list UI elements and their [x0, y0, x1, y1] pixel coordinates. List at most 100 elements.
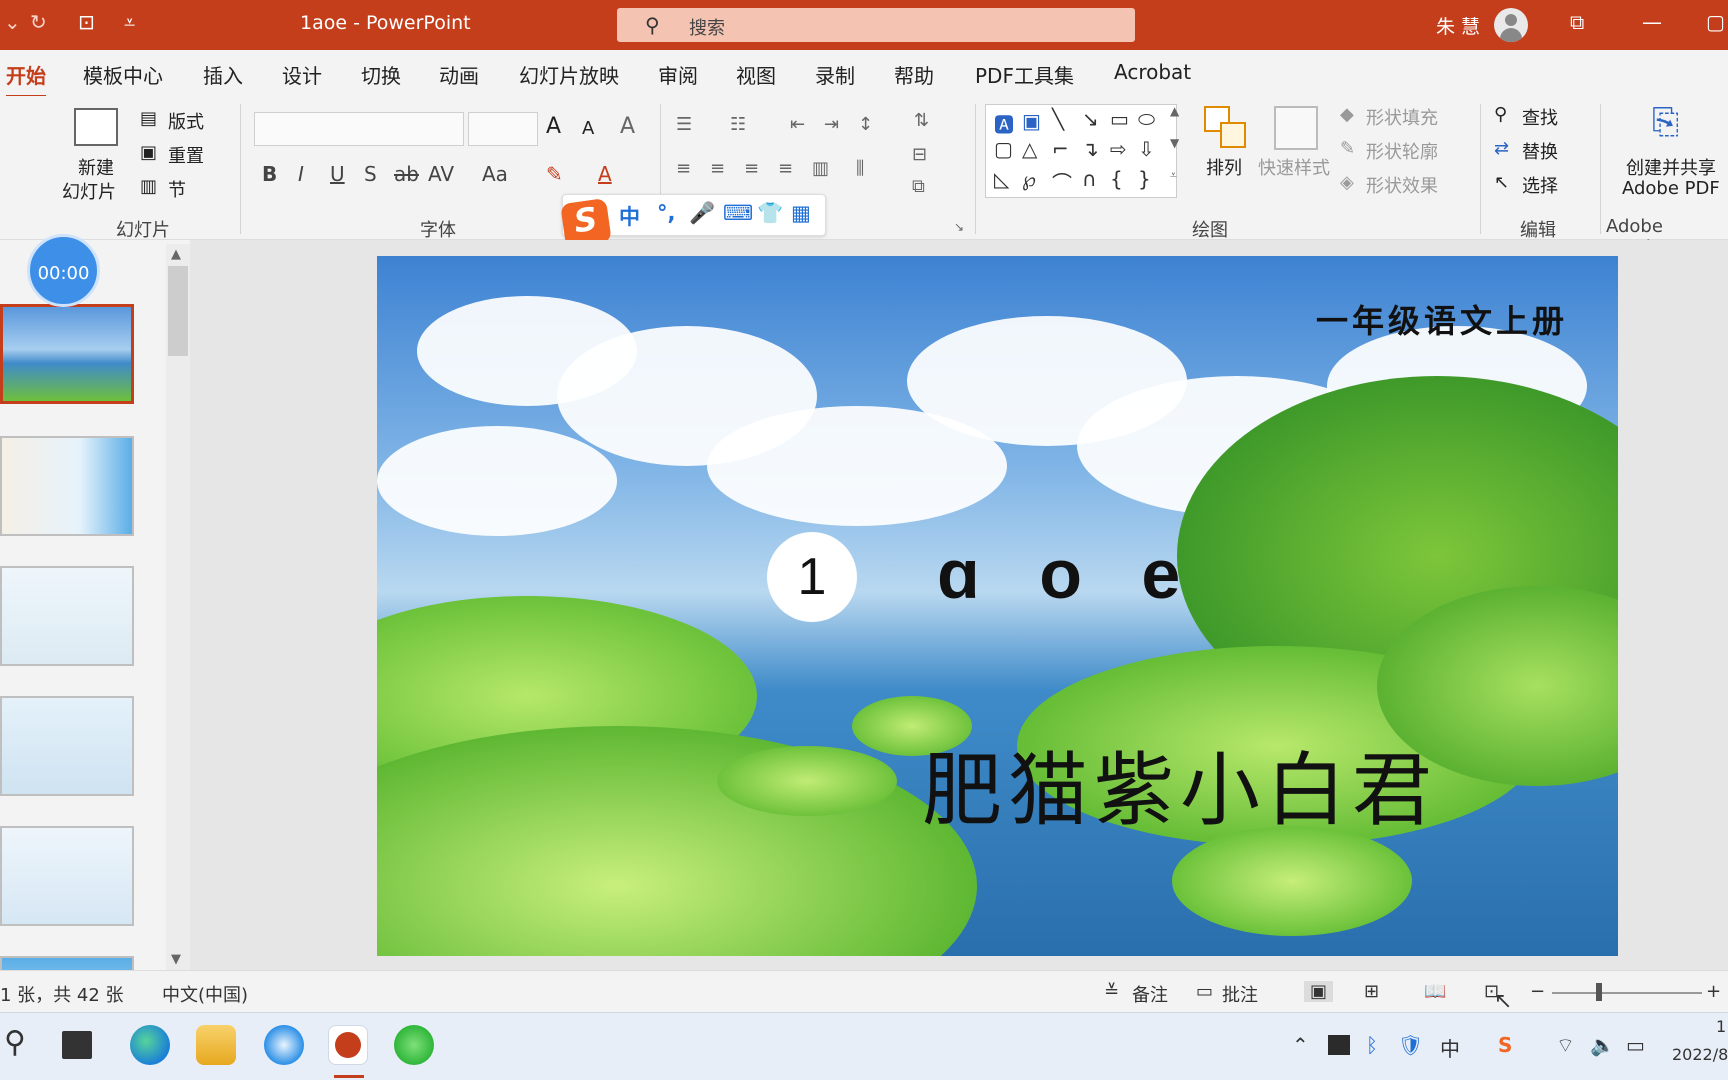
font-family-select[interactable] — [254, 112, 464, 146]
quick-styles-button[interactable]: 快速样式 — [1258, 154, 1330, 180]
zoom-in-button[interactable]: + — [1706, 981, 1721, 1002]
new-slide-label[interactable]: 新建 — [78, 154, 114, 180]
vertical-textbox-shape-icon[interactable]: ▣ — [1022, 109, 1041, 133]
right-brace-shape-icon[interactable]: } — [1138, 167, 1151, 191]
zoom-slider-thumb[interactable] — [1596, 983, 1602, 1001]
down-arrow-shape-icon[interactable]: ⇩ — [1138, 137, 1155, 161]
task-view-icon[interactable] — [62, 1031, 92, 1059]
tab-design[interactable]: 设计 — [282, 60, 322, 89]
reading-view-icon[interactable]: 📖 — [1424, 981, 1446, 1002]
left-brace-shape-icon[interactable]: { — [1110, 167, 1123, 191]
textbox-shape-icon[interactable]: 🅰 — [994, 109, 1014, 138]
tab-pdf-tools[interactable]: PDF工具集 — [975, 60, 1074, 89]
underline-button[interactable]: U — [330, 162, 345, 186]
customize-quick-access-icon[interactable]: ⩡ — [124, 10, 135, 34]
zoom-out-button[interactable]: − — [1530, 981, 1545, 1002]
search-box[interactable]: ⚲ 搜索 — [617, 8, 1135, 42]
line-shape-icon[interactable]: ╲ — [1052, 107, 1064, 131]
scribble-shape-icon[interactable]: ℘ — [1022, 167, 1036, 191]
right-arrow-shape-icon[interactable]: ⇨ — [1110, 137, 1127, 161]
character-spacing-button[interactable]: AV — [428, 162, 454, 186]
tab-transitions[interactable]: 切换 — [361, 60, 401, 89]
justify-icon[interactable]: ≡ — [778, 158, 793, 179]
redo-icon[interactable]: ↻ — [30, 10, 47, 34]
decrease-indent-icon[interactable]: ⇤ — [790, 114, 805, 135]
user-name[interactable]: 朱 慧 — [1436, 12, 1480, 39]
browser-app-icon[interactable] — [264, 1025, 304, 1065]
slide-letters[interactable]: ɑ o e — [937, 534, 1180, 614]
tab-acrobat[interactable]: Acrobat — [1114, 60, 1191, 84]
gallery-more-icon[interactable]: ⩡ — [1170, 168, 1177, 183]
slide-thumbnail-3[interactable] — [0, 566, 134, 666]
shape-fill-button[interactable]: 形状填充 — [1366, 104, 1438, 130]
ime-skin-icon[interactable]: 👕 — [757, 201, 783, 226]
shape-effects-button[interactable]: 形状效果 — [1366, 172, 1438, 198]
new-slide-icon[interactable] — [74, 108, 118, 146]
adobe-pdf-icon[interactable]: ⎘ — [1652, 102, 1679, 142]
bold-button[interactable]: B — [262, 162, 277, 186]
italic-button[interactable]: I — [298, 162, 304, 186]
bullets-icon[interactable]: ☰ — [676, 114, 692, 135]
tab-view[interactable]: 视图 — [736, 60, 776, 89]
tab-review[interactable]: 审阅 — [658, 60, 698, 89]
adobe-pdf-label[interactable]: Adobe PDF — [1622, 178, 1720, 199]
layout-button[interactable]: 版式 — [168, 108, 204, 134]
arc-shape-icon[interactable]: ⌒ — [1052, 167, 1072, 196]
find-button[interactable]: 查找 — [1522, 104, 1558, 130]
strikethrough-button[interactable]: ab — [394, 162, 419, 186]
align-center-icon[interactable]: ≡ — [710, 158, 725, 179]
clock-time[interactable]: 1 — [1716, 1017, 1726, 1036]
line-spacing-icon[interactable]: ↕ — [858, 114, 873, 135]
reset-button[interactable]: 重置 — [168, 142, 204, 168]
quick-access-dropdown-icon[interactable]: ⌄ — [4, 10, 21, 34]
ime-keyboard-icon[interactable]: ⌨ — [723, 201, 753, 225]
clear-format-button[interactable]: A — [620, 114, 635, 139]
slide-thumbnail-4[interactable] — [0, 696, 134, 796]
rectangle-shape-icon[interactable]: ▭ — [1110, 107, 1129, 131]
language-indicator[interactable]: 中文(中国) — [162, 981, 248, 1007]
slide-thumbnail-5[interactable] — [0, 826, 134, 926]
scroll-down-icon[interactable]: ▼ — [171, 952, 181, 967]
present-from-start-icon[interactable]: ⊡ — [78, 10, 95, 34]
freeform-shape-icon[interactable]: ◺ — [994, 167, 1009, 191]
ribbon-display-options-icon[interactable]: ⧉ — [1570, 10, 1584, 34]
replace-button[interactable]: 替换 — [1522, 138, 1558, 164]
recording-timer[interactable]: 00:00 — [27, 234, 100, 307]
tab-animations[interactable]: 动画 — [439, 60, 479, 89]
input-method-icon[interactable]: 中 — [1440, 1033, 1460, 1062]
highlight-icon[interactable]: ✎ — [546, 162, 563, 186]
tab-home[interactable]: 开始 — [6, 60, 46, 98]
curve-shape-icon[interactable]: ∩ — [1082, 167, 1097, 191]
maximize-icon[interactable]: ▢ — [1706, 10, 1725, 34]
quick-styles-icon[interactable] — [1274, 106, 1318, 150]
scrollbar-thumb[interactable] — [168, 266, 188, 356]
sogou-tray-icon[interactable]: S — [1498, 1033, 1512, 1057]
elbow-arrow-icon[interactable]: ↴ — [1082, 137, 1099, 161]
search-icon[interactable]: ⚲ — [4, 1025, 26, 1060]
shadow-button[interactable]: S — [364, 162, 377, 186]
tab-template-center[interactable]: 模板中心 — [83, 60, 163, 89]
slide-sorter-icon[interactable]: ⊞ — [1364, 981, 1379, 1002]
comments-button[interactable]: 批注 — [1222, 981, 1258, 1007]
arrow-line-shape-icon[interactable]: ↘ — [1082, 107, 1099, 131]
font-size-select[interactable] — [468, 112, 538, 146]
avatar[interactable] — [1494, 8, 1528, 42]
distributed-icon[interactable]: ▥ — [812, 158, 829, 179]
ime-punctuation-toggle[interactable]: °, — [657, 201, 675, 225]
shape-outline-button[interactable]: 形状轮廓 — [1366, 138, 1438, 164]
powerpoint-taskbar-item[interactable] — [328, 1025, 368, 1065]
rounded-rect-shape-icon[interactable]: ▢ — [994, 137, 1013, 161]
thumbnail-scrollbar[interactable]: ▲ ▼ — [166, 244, 190, 972]
slide-subtitle[interactable]: 一年级语文上册 — [1316, 296, 1568, 342]
slide-thumbnail-6[interactable] — [0, 956, 134, 970]
ime-voice-icon[interactable]: 🎤 — [689, 201, 715, 226]
align-left-icon[interactable]: ≡ — [676, 158, 691, 179]
paragraph-launcher-icon[interactable]: ↘ — [954, 220, 964, 234]
battery-icon[interactable]: ▭ — [1626, 1033, 1645, 1057]
minimize-icon[interactable]: — — [1642, 10, 1662, 34]
change-case-button[interactable]: Aa — [482, 162, 508, 186]
triangle-shape-icon[interactable]: △ — [1022, 137, 1037, 161]
new-slide-label-2[interactable]: 幻灯片 — [62, 178, 116, 204]
nvidia-icon[interactable] — [1328, 1035, 1350, 1055]
increase-indent-icon[interactable]: ⇥ — [824, 114, 839, 135]
